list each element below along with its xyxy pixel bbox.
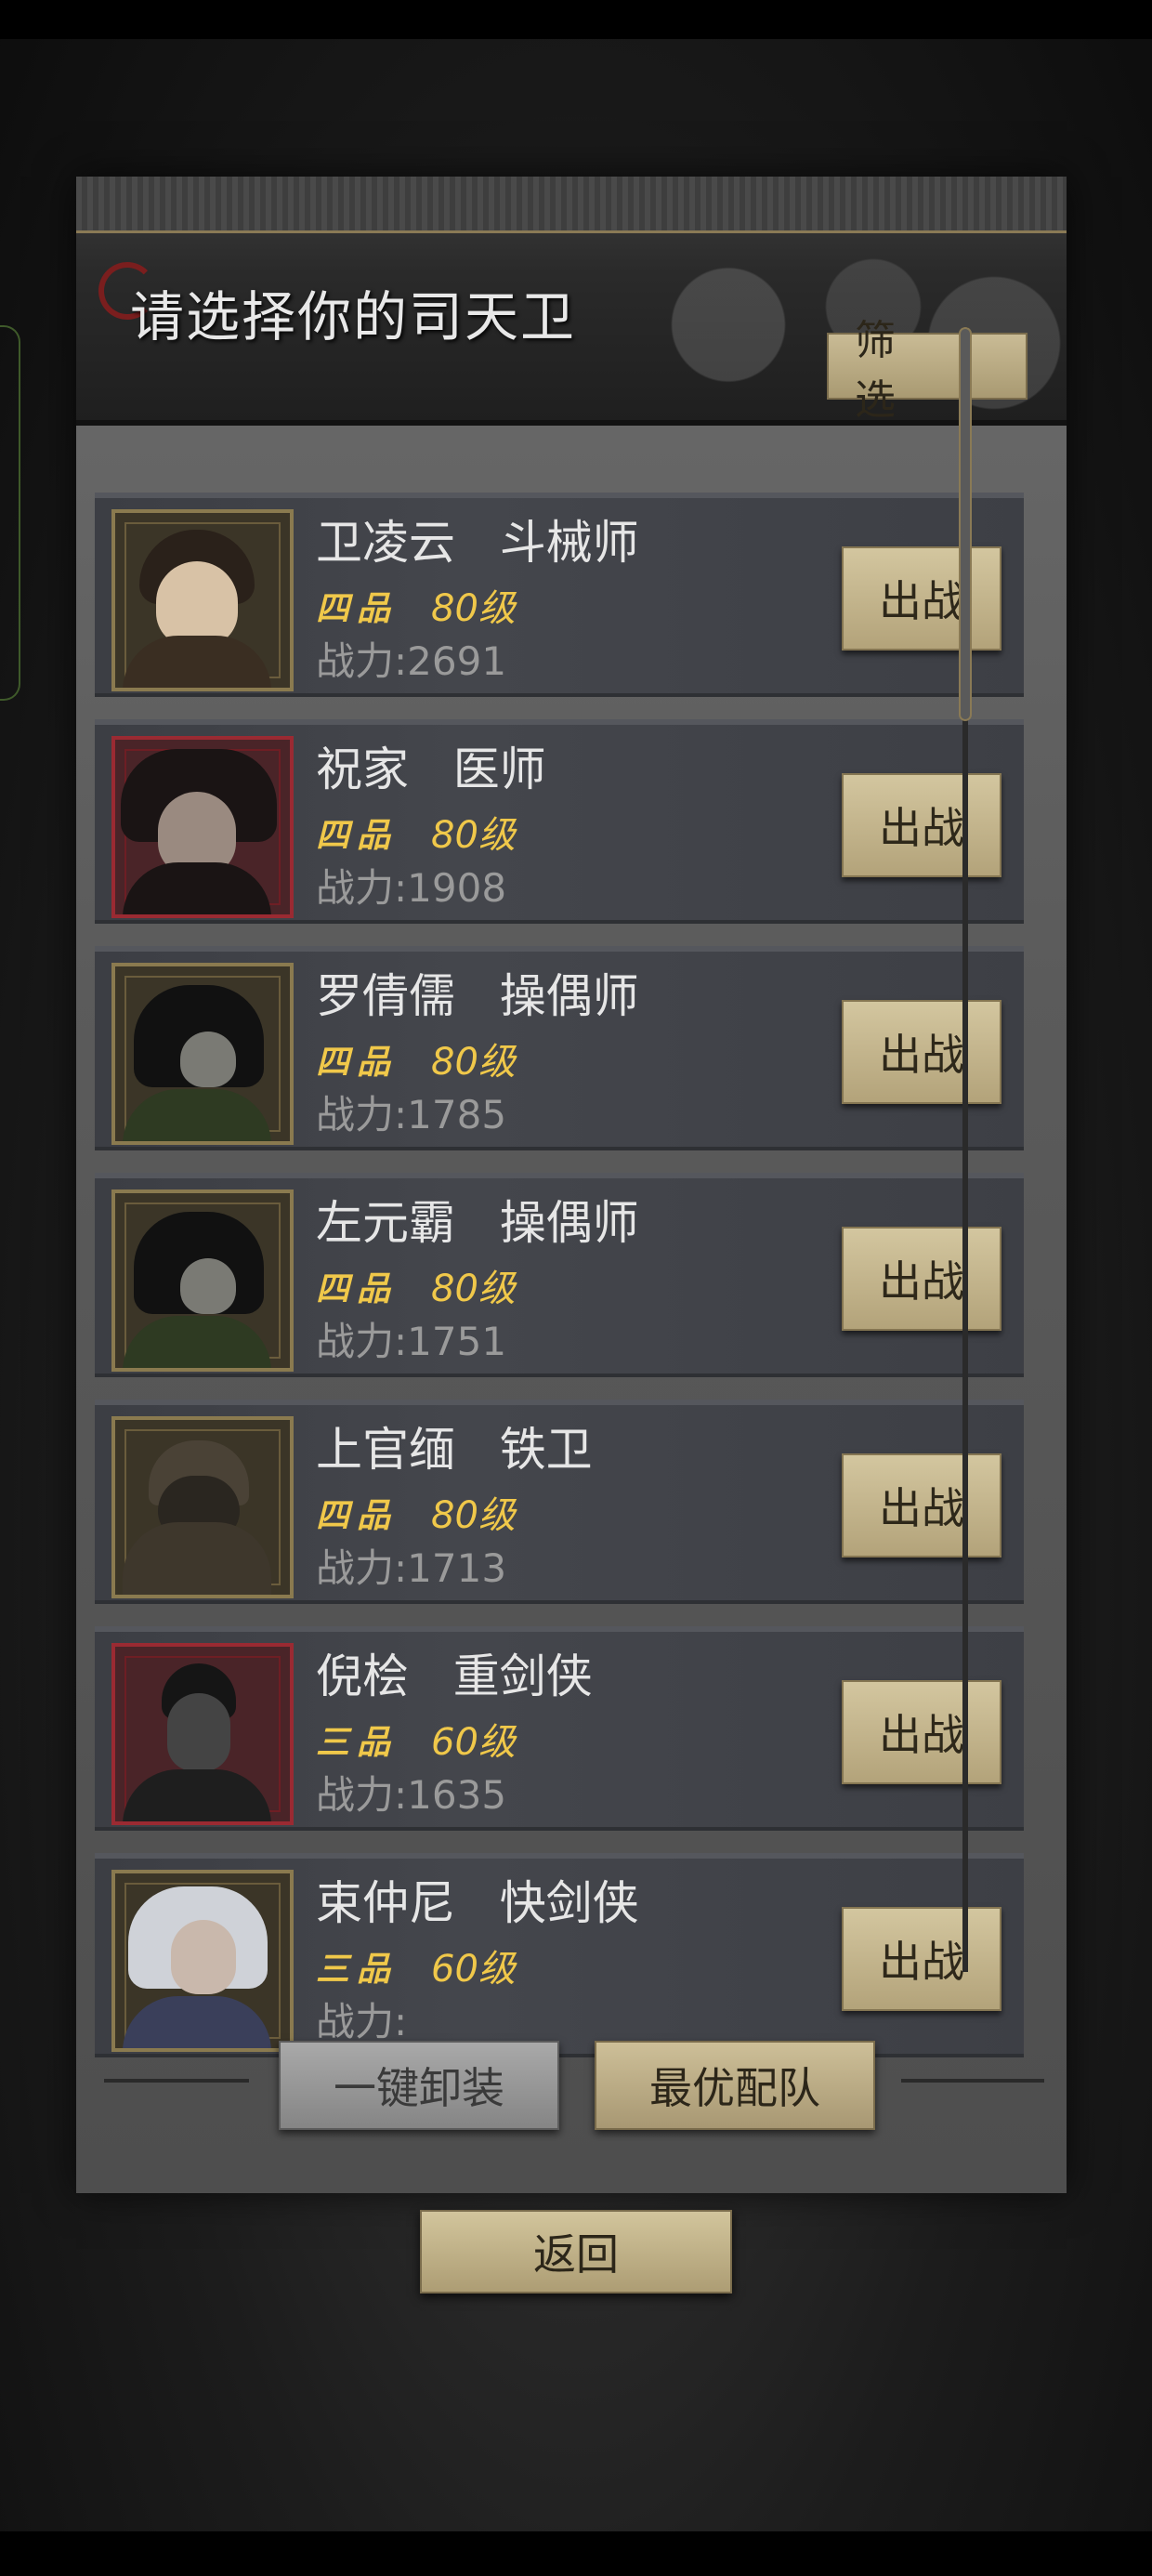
guard-name: 祝家 医师 (316, 743, 546, 796)
guard-card[interactable]: 倪桧 重剑侠 三品 60级 战力:1635 出战 (95, 1626, 1024, 1831)
guard-grade: 三品 (316, 1724, 399, 1762)
scrollbar-thumb[interactable] (959, 327, 972, 721)
fight-button[interactable]: 出战 (842, 1000, 1001, 1104)
navigation-bar (0, 2531, 1152, 2576)
guard-power: 战力:1635 (316, 1772, 507, 1818)
guard-grade: 四品 (316, 590, 399, 628)
guard-level: 60级 (431, 1948, 516, 1991)
guard-card[interactable]: 卫凌云 斗械师 四品 80级 战力:2691 出战 (95, 493, 1024, 697)
guard-grade: 四品 (316, 1497, 399, 1535)
guard-level: 80级 (431, 1268, 516, 1310)
guard-grade: 四品 (316, 1270, 399, 1308)
panel-title: 请选择你的司天卫 (130, 285, 577, 348)
guard-portrait (111, 736, 294, 918)
guard-grade: 四品 (316, 1044, 399, 1082)
guard-select-panel: 请选择你的司天卫 筛 选 卫凌云 斗械师 四品 80级 战力:2691 出战 (76, 177, 1067, 2193)
guard-name: 束仲尼 快剑侠 (316, 1876, 639, 1930)
guard-level: 60级 (431, 1721, 516, 1764)
guard-portrait (111, 1643, 294, 1825)
guard-name: 上官缅 铁卫 (316, 1423, 593, 1477)
header-trim (76, 177, 1067, 233)
divider (104, 2079, 249, 2083)
guard-power: 战力:1713 (316, 1545, 507, 1591)
back-button[interactable]: 返回 (420, 2210, 732, 2293)
panel-header: 请选择你的司天卫 筛 选 (76, 177, 1067, 426)
divider (901, 2079, 1044, 2083)
guard-name: 倪桧 重剑侠 (316, 1649, 593, 1703)
guard-power: 战力:1751 (316, 1319, 507, 1364)
guard-name: 罗倩儒 操偶师 (316, 969, 639, 1023)
guard-card[interactable]: 上官缅 铁卫 四品 80级 战力:1713 出战 (95, 1400, 1024, 1604)
guard-name: 左元霸 操偶师 (316, 1196, 639, 1250)
status-bar (0, 0, 1152, 39)
best-team-button[interactable]: 最优配队 (595, 2041, 875, 2130)
fight-button[interactable]: 出战 (842, 1907, 1001, 2011)
filter-button[interactable]: 筛 选 (827, 317, 1028, 424)
fight-button[interactable]: 出战 (842, 1453, 1001, 1557)
guard-portrait (111, 1870, 294, 2052)
guard-level: 80级 (431, 814, 516, 857)
guard-grade: 四品 (316, 817, 399, 855)
guard-name: 卫凌云 斗械师 (316, 516, 639, 570)
guard-power: 战力:1785 (316, 1092, 507, 1137)
guard-level: 80级 (431, 587, 516, 630)
unequip-all-button[interactable]: 一键卸装 (279, 2041, 559, 2130)
fight-button[interactable]: 出战 (842, 546, 1001, 651)
guard-portrait (111, 1416, 294, 1598)
guard-card[interactable]: 左元霸 操偶师 四品 80级 战力:1751 出战 (95, 1173, 1024, 1377)
guard-grade: 三品 (316, 1951, 399, 1989)
guard-card[interactable]: 祝家 医师 四品 80级 战力:1908 出战 (95, 719, 1024, 924)
guard-list[interactable]: 卫凌云 斗械师 四品 80级 战力:2691 出战 祝家 医师 四品 80级 战… (95, 493, 1042, 2156)
guard-portrait (111, 509, 294, 691)
fight-button[interactable]: 出战 (842, 773, 1001, 877)
guard-card[interactable]: 罗倩儒 操偶师 四品 80级 战力:1785 出战 (95, 946, 1024, 1150)
fight-button[interactable]: 出战 (842, 1680, 1001, 1784)
guard-card[interactable]: 束仲尼 快剑侠 三品 60级 战力: 出战 (95, 1853, 1024, 2057)
guard-power: 战力:1908 (316, 865, 507, 911)
guard-level: 80级 (431, 1494, 516, 1537)
side-tab-edge[interactable] (0, 325, 20, 701)
guard-power: 战力: (316, 1999, 408, 2044)
guard-level: 80级 (431, 1041, 516, 1084)
guard-power: 战力:2691 (316, 638, 507, 684)
fight-button[interactable]: 出战 (842, 1227, 1001, 1331)
guard-portrait (111, 1189, 294, 1372)
guard-portrait (111, 963, 294, 1145)
